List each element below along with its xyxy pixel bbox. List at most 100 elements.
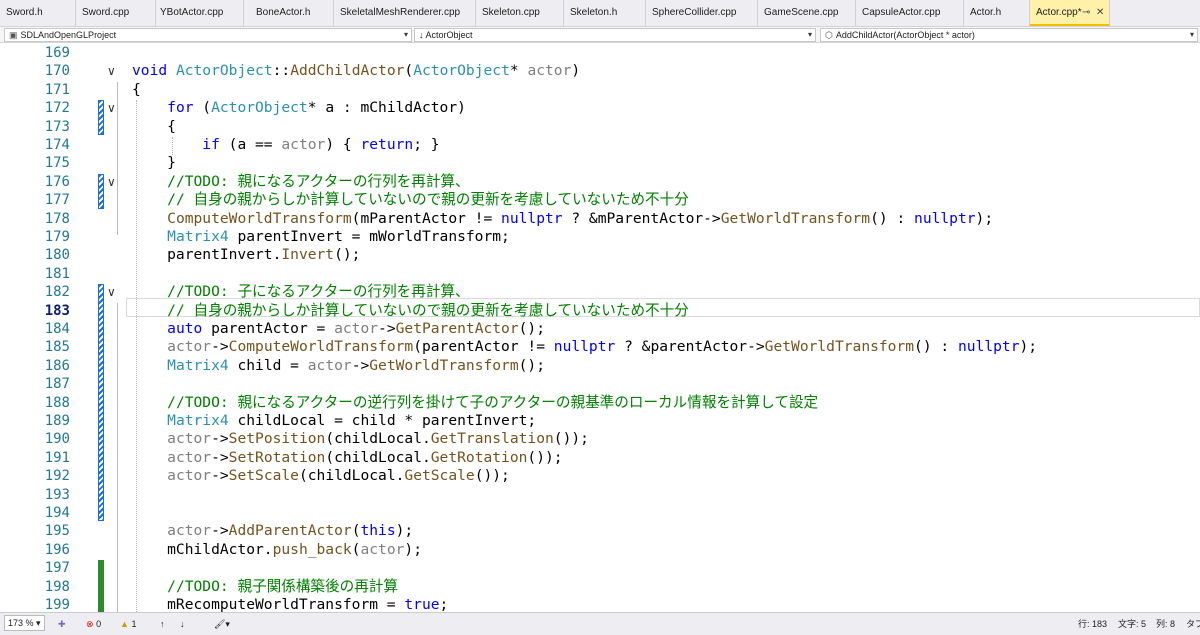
tab-sword-cpp[interactable]: Sword.cpp <box>76 0 156 26</box>
code-line[interactable]: 181 <box>0 265 1200 283</box>
code-text: Matrix4 childLocal = child * parentInver… <box>132 412 536 430</box>
code-line[interactable]: 176 ∨ //TODO: 親になるアクターの行列を再計算、 <box>0 173 1200 191</box>
pin-icon[interactable]: ⊸ <box>1082 8 1090 18</box>
code-line[interactable]: 175 } <box>0 154 1200 172</box>
tab-gamescene-cpp[interactable]: GameScene.cpp <box>758 0 856 26</box>
project-dropdown[interactable]: ▣ SDLAndOpenGLProject ▾ <box>4 28 412 42</box>
member-dropdown[interactable]: ⬡ AddChildActor(ActorObject * actor) ▾ <box>820 28 1198 42</box>
close-icon[interactable]: ✕ <box>1096 8 1104 18</box>
code-editor[interactable]: 169 170 ∨ void ActorObject::AddChildActor(A… <box>0 43 1200 612</box>
code-line[interactable]: 194 <box>0 504 1200 522</box>
code-text: auto parentActor = actor->GetParentActor… <box>132 320 545 338</box>
warning-count: 1 <box>131 619 137 629</box>
document-tab-bar: Sword.h Sword.cpp YBotActor.cpp BoneActor.h… <box>0 0 1200 27</box>
code-line[interactable]: 195 actor->AddParentActor(this); <box>0 522 1200 540</box>
line-number: 196 <box>44 541 70 558</box>
tab-skeletalmeshrenderer-cpp[interactable]: SkeletalMeshRenderer.cpp <box>334 0 476 26</box>
code-line[interactable]: 174 if (a == actor) { return; } <box>0 136 1200 154</box>
code-token: -> <box>211 522 229 540</box>
zoom-dropdown[interactable]: 173 % ▾ <box>4 615 45 631</box>
tab-ybotactor-cpp[interactable]: YBotActor.cpp <box>154 0 244 26</box>
tab-capsuleactor-cpp[interactable]: CapsuleActor.cpp <box>856 0 964 26</box>
code-token: ActorObject <box>211 99 308 117</box>
fold-toggle-icon[interactable]: ∨ <box>107 62 116 80</box>
line-number: 193 <box>44 486 70 503</box>
code-token: actor <box>360 540 405 558</box>
fold-toggle-icon[interactable]: ∨ <box>107 283 116 301</box>
fold-toggle-icon[interactable]: ∨ <box>107 173 116 191</box>
code-line[interactable]: 188 //TODO: 親になるアクターの逆行列を掛けて子のアクターの親基準のロ… <box>0 394 1200 412</box>
chevron-down-icon: ▾ <box>807 30 812 39</box>
code-token: void <box>132 62 168 80</box>
git-icon: ✚ <box>58 619 66 629</box>
code-line[interactable]: 179 Matrix4 parentInvert = mWorldTransfo… <box>0 228 1200 246</box>
tab-sword-h[interactable]: Sword.h <box>0 0 76 26</box>
tab-spherecollider-cpp[interactable]: SphereCollider.cpp <box>646 0 758 26</box>
code-line[interactable]: 191 actor->SetRotation(childLocal.GetRot… <box>0 449 1200 467</box>
code-token: -> <box>211 430 229 448</box>
tab-label: Actor.cpp* <box>1036 7 1082 18</box>
code-line[interactable]: 197 <box>0 559 1200 577</box>
code-line[interactable]: 199 mRecomputeWorldTransform = true; <box>0 596 1200 612</box>
line-number: 188 <box>44 394 70 411</box>
code-text: Matrix4 parentInvert = mWorldTransform; <box>132 228 510 246</box>
code-line[interactable]: 172 ∨ for (ActorObject* a : mChildActor) <box>0 99 1200 117</box>
code-line[interactable]: 169 <box>0 44 1200 62</box>
code-line[interactable]: 192 actor->SetScale(childLocal.GetScale(… <box>0 467 1200 485</box>
code-cleanup-icon[interactable]: 🖌▾ <box>214 618 230 630</box>
code-text: ComputeWorldTransform(mParentActor != nu… <box>132 210 993 228</box>
code-text: actor->SetScale(childLocal.GetScale()); <box>132 467 510 485</box>
code-token: (mParentActor != <box>351 209 502 227</box>
code-line[interactable]: 177 // 自身の親からしか計算していないので親の更新を考慮していないため不十… <box>0 191 1200 209</box>
code-line[interactable]: 196 mChildActor.push_back(actor); <box>0 541 1200 559</box>
code-token: ComputeWorldTransform <box>228 338 414 356</box>
code-token: SetRotation <box>228 448 326 466</box>
code-line[interactable]: 185 actor->ComputeWorldTransform(parentA… <box>0 338 1200 356</box>
code-line[interactable]: 173 { <box>0 118 1200 136</box>
code-line[interactable]: 187 <box>0 375 1200 393</box>
previous-issue-icon[interactable]: ↑ <box>160 618 165 630</box>
error-indicator[interactable]: ⊗ 0 <box>86 618 101 630</box>
code-token: (); <box>334 246 361 264</box>
code-token: { <box>132 117 176 135</box>
line-number: 197 <box>44 560 70 577</box>
code-token: nullptr <box>914 209 976 227</box>
tab-actor-h[interactable]: Actor.h <box>964 0 1030 26</box>
code-token: mChildActor. <box>132 540 273 558</box>
navigation-bar: ▣ SDLAndOpenGLProject ▾ ↓ ActorObject ▾ ⬡… <box>0 27 1200 43</box>
code-text: // 自身の親からしか計算していないので親の更新を考慮していないため不十分 <box>132 191 689 209</box>
next-issue-icon[interactable]: ↓ <box>180 618 185 630</box>
fold-toggle-icon[interactable]: ∨ <box>107 99 116 117</box>
scope-dropdown[interactable]: ↓ ActorObject ▾ <box>414 28 816 42</box>
code-line[interactable]: 184 auto parentActor = actor->GetParentA… <box>0 320 1200 338</box>
line-number: 195 <box>44 523 70 540</box>
code-token: -> <box>211 448 229 466</box>
code-token: actor <box>167 522 212 540</box>
code-line[interactable]: 189 Matrix4 childLocal = child * parentI… <box>0 412 1200 430</box>
code-line[interactable]: 178 ComputeWorldTransform(mParentActor !… <box>0 210 1200 228</box>
code-token: //TODO: 親子関係構築後の再計算 <box>167 577 398 595</box>
code-token: ) <box>571 62 581 80</box>
tab-skeleton-h[interactable]: Skeleton.h <box>564 0 646 26</box>
code-line[interactable]: 180 parentInvert.Invert(); <box>0 246 1200 264</box>
tab-skeleton-cpp[interactable]: Skeleton.cpp <box>476 0 564 26</box>
saved-change-marker <box>98 560 104 612</box>
code-line[interactable]: 193 <box>0 486 1200 504</box>
tab-actor-cpp[interactable]: Actor.cpp* ⊸ ✕ <box>1030 0 1110 26</box>
code-line[interactable]: 171 { <box>0 81 1200 99</box>
tab-boneactor-h[interactable]: BoneActor.h <box>250 0 334 26</box>
warning-indicator[interactable]: ▲ 1 <box>120 618 136 630</box>
code-line[interactable]: 186 Matrix4 child = actor->GetWorldTrans… <box>0 357 1200 375</box>
tab-label: Skeleton.cpp <box>482 7 540 18</box>
code-line[interactable]: 198 //TODO: 親子関係構築後の再計算 <box>0 578 1200 596</box>
code-line[interactable]: 183 // 自身の親からしか計算していないので親の更新を考慮していないため不十… <box>0 302 1200 320</box>
code-line[interactable]: 190 actor->SetPosition(childLocal.GetTra… <box>0 430 1200 448</box>
code-line[interactable]: 170 ∨ void ActorObject::AddChildActor(Acto… <box>0 62 1200 80</box>
code-token: SetScale <box>228 467 299 485</box>
code-line[interactable]: 182 ∨ //TODO: 子になるアクターの行列を再計算、 <box>0 283 1200 301</box>
code-token: (a == <box>219 136 282 153</box>
